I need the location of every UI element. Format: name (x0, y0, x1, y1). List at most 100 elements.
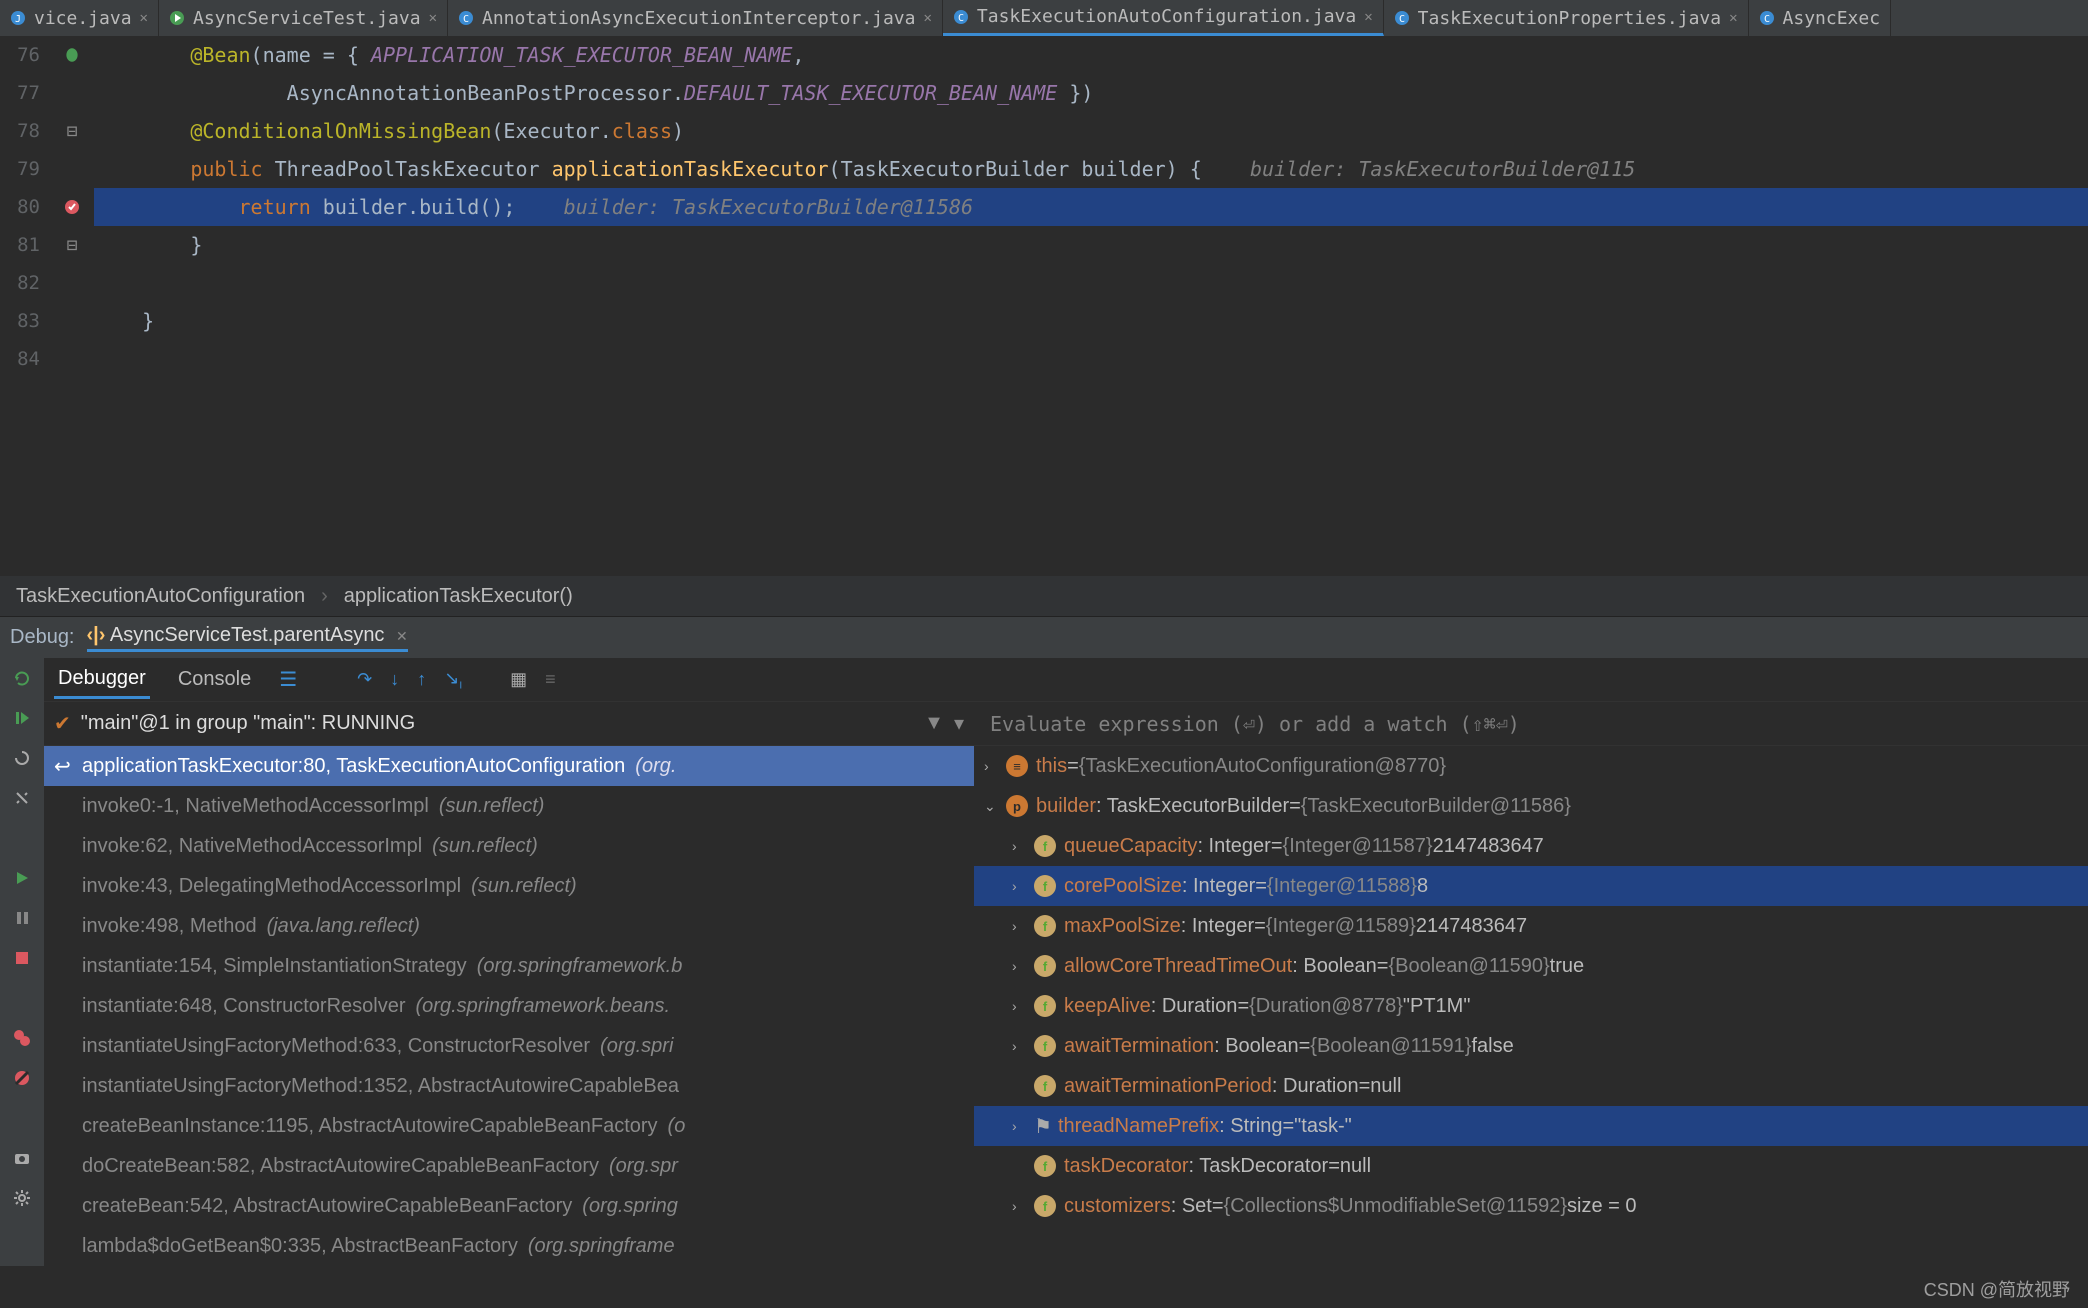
stack-frame[interactable]: instantiateUsingFactoryMethod:633, Const… (44, 1026, 974, 1066)
frames-list[interactable]: ↩applicationTaskExecutor:80, TaskExecuti… (44, 746, 974, 1266)
tab-label: AsyncServiceTest.java (193, 8, 421, 29)
stack-frame[interactable]: ↩applicationTaskExecutor:80, TaskExecuti… (44, 746, 974, 786)
close-icon[interactable]: ✕ (140, 10, 148, 26)
var-awaittermination[interactable]: ›fawaitTermination: Boolean = {Boolean@1… (974, 1026, 2088, 1066)
field-icon: f (1034, 875, 1056, 897)
fold-icon[interactable]: ⊟ (50, 112, 94, 150)
run-test-icon (169, 10, 185, 26)
var-builder[interactable]: ⌄pbuilder: TaskExecutorBuilder = {TaskEx… (974, 786, 2088, 826)
breadcrumb[interactable]: TaskExecutionAutoConfiguration › applica… (0, 576, 2088, 616)
evaluate-icon[interactable]: ▦ (510, 669, 527, 690)
svg-text:C: C (1399, 14, 1405, 25)
fold-icon[interactable]: ⊟ (50, 226, 94, 264)
breakpoint-icon[interactable] (50, 188, 94, 226)
breadcrumb-class[interactable]: TaskExecutionAutoConfiguration (16, 585, 305, 608)
stack-frame[interactable]: doCreateBean:582, AbstractAutowireCapabl… (44, 1146, 974, 1186)
line-gutter: 76 77 78 79 80 81 82 83 84 (0, 36, 50, 576)
settings-icon[interactable] (10, 786, 34, 810)
console-tab[interactable]: Console (174, 662, 255, 697)
svg-text:C: C (958, 13, 964, 24)
close-icon[interactable]: ✕ (429, 10, 437, 26)
tab-vice[interactable]: J vice.java ✕ (0, 0, 159, 36)
variables-tree[interactable]: ›≡this = {TaskExecutionAutoConfiguration… (974, 746, 2088, 1266)
mute-breakpoints-icon[interactable] (10, 1066, 34, 1090)
var-keepalive[interactable]: ›fkeepAlive: Duration = {Duration@8778} … (974, 986, 2088, 1026)
param-icon: p (1006, 795, 1028, 817)
filter-icon[interactable]: ▼ (924, 712, 944, 735)
update-icon[interactable] (10, 746, 34, 770)
this-icon: ≡ (1006, 755, 1028, 777)
svg-text:C: C (1764, 14, 1770, 25)
rerun-icon[interactable] (10, 666, 34, 690)
field-icon: f (1034, 995, 1056, 1017)
editor-tabs: J vice.java ✕ AsyncServiceTest.java ✕ C … (0, 0, 2088, 36)
tab-label: TaskExecutionAutoConfiguration.java (977, 6, 1356, 27)
step-out-icon[interactable]: ↑ (417, 669, 426, 690)
step-into-icon[interactable]: ↓ (390, 669, 399, 690)
var-customizers[interactable]: ›fcustomizers: Set = {Collections$Unmodi… (974, 1186, 2088, 1226)
dropdown-icon[interactable]: ▾ (954, 711, 964, 736)
var-taskdecorator[interactable]: ftaskDecorator: TaskDecorator = null (974, 1146, 2088, 1186)
code-editor[interactable]: 76 77 78 79 80 81 82 83 84 ⊟ ⊟ @Bean(nam… (0, 36, 2088, 576)
var-this[interactable]: ›≡this = {TaskExecutionAutoConfiguration… (974, 746, 2088, 786)
stack-frame[interactable]: instantiate:648, ConstructorResolver (or… (44, 986, 974, 1026)
tab-label: AsyncExec (1783, 8, 1881, 29)
evaluate-input[interactable]: Evaluate expression (⏎) or add a watch (… (974, 702, 2088, 746)
stack-frame[interactable]: createBean:542, AbstractAutowireCapableB… (44, 1186, 974, 1226)
stack-frame[interactable]: createBeanInstance:1195, AbstractAutowir… (44, 1106, 974, 1146)
stop-icon[interactable] (10, 946, 34, 970)
tab-taskexecution-props[interactable]: C TaskExecutionProperties.java ✕ (1384, 0, 1749, 36)
tab-asyncexec[interactable]: C AsyncExec (1749, 0, 1892, 36)
close-icon[interactable]: ✕ (923, 10, 931, 26)
step-over-icon[interactable]: ↷ (357, 669, 372, 690)
stack-frame[interactable]: invoke:43, DelegatingMethodAccessorImpl … (44, 866, 974, 906)
flag-icon: ⚑ (1034, 1114, 1052, 1139)
class-icon: C (1394, 10, 1410, 26)
stack-frame[interactable]: invoke:62, NativeMethodAccessorImpl (sun… (44, 826, 974, 866)
close-icon[interactable]: ✕ (396, 628, 408, 644)
var-awaitterminationperiod[interactable]: fawaitTerminationPeriod: Duration = null (974, 1066, 2088, 1106)
field-icon: f (1034, 835, 1056, 857)
debug-config-tab[interactable]: ‹|› AsyncServiceTest.parentAsync ✕ (87, 624, 408, 652)
thread-selector[interactable]: ✔ "main"@1 in group "main": RUNNING ▼ ▾ (44, 702, 974, 746)
close-icon[interactable]: ✕ (1729, 10, 1737, 26)
camera-icon[interactable] (10, 1146, 34, 1170)
run-to-cursor-icon[interactable]: ↘I (444, 668, 462, 692)
gear-icon[interactable] (10, 1186, 34, 1210)
field-icon: f (1034, 915, 1056, 937)
svg-text:J: J (15, 14, 21, 25)
var-threadnameprefix[interactable]: ›⚑threadNamePrefix: String = "task-" (974, 1106, 2088, 1146)
stack-frame[interactable]: invoke:498, Method (java.lang.reflect) (44, 906, 974, 946)
tab-taskexecution-autoconfig[interactable]: C TaskExecutionAutoConfiguration.java ✕ (943, 0, 1384, 36)
variables-panel: Evaluate expression (⏎) or add a watch (… (974, 702, 2088, 1266)
resume-icon[interactable] (10, 706, 34, 730)
debug-toolwindow-header: Debug: ‹|› AsyncServiceTest.parentAsync … (0, 616, 2088, 658)
stack-frame[interactable]: invoke0:-1, NativeMethodAccessorImpl (su… (44, 786, 974, 826)
watermark: CSDN @简放视野 (1924, 1276, 2070, 1302)
view-breakpoints-icon[interactable] (10, 1026, 34, 1050)
stack-frame[interactable]: lambda$doGetBean$0:335, AbstractBeanFact… (44, 1226, 974, 1266)
var-maxpoolsize[interactable]: ›fmaxPoolSize: Integer = {Integer@11589}… (974, 906, 2088, 946)
var-queuecapacity[interactable]: ›fqueueCapacity: Integer = {Integer@1158… (974, 826, 2088, 866)
stack-frame[interactable]: instantiate:154, SimpleInstantiationStra… (44, 946, 974, 986)
tab-asyncservicetest[interactable]: AsyncServiceTest.java ✕ (159, 0, 448, 36)
debug-side-toolbar (0, 658, 44, 1266)
play-icon[interactable] (10, 866, 34, 890)
close-icon[interactable]: ✕ (1364, 9, 1372, 25)
trace-icon[interactable]: ≡ (545, 669, 556, 690)
tab-label: vice.java (34, 8, 132, 29)
debugger-tab[interactable]: Debugger (54, 661, 150, 699)
tab-label: AnnotationAsyncExecutionInterceptor.java (482, 8, 915, 29)
chevron-right-icon: › (321, 585, 328, 608)
var-allowcorethreadtimeout[interactable]: ›fallowCoreThreadTimeOut: Boolean = {Boo… (974, 946, 2088, 986)
code-body[interactable]: @Bean(name = { APPLICATION_TASK_EXECUTOR… (94, 36, 2088, 576)
stack-frame[interactable]: instantiateUsingFactoryMethod:1352, Abst… (44, 1066, 974, 1106)
threads-icon[interactable]: ☰ (279, 667, 297, 692)
pause-icon[interactable] (10, 906, 34, 930)
field-icon: f (1034, 955, 1056, 977)
debug-body: Debugger Console ☰ ↷ ↓ ↑ ↘I ▦ ≡ ✔ "main"… (0, 658, 2088, 1266)
breadcrumb-method[interactable]: applicationTaskExecutor() (344, 585, 573, 608)
return-icon: ↩ (54, 754, 72, 779)
tab-annotation-interceptor[interactable]: C AnnotationAsyncExecutionInterceptor.ja… (448, 0, 943, 36)
var-corepoolsize[interactable]: ›fcorePoolSize: Integer = {Integer@11588… (974, 866, 2088, 906)
